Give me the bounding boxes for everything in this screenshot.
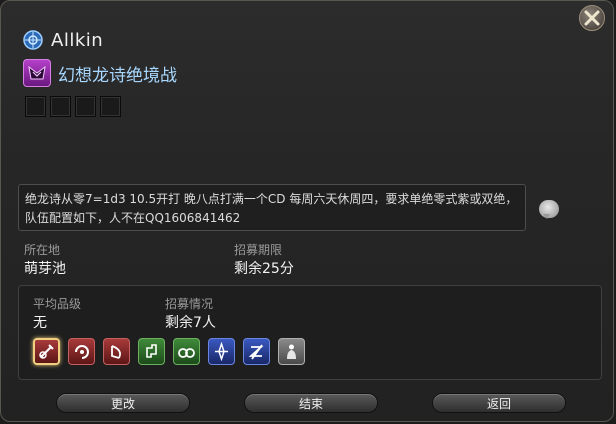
recruitment-comment: 绝龙诗从零7=1d3 10.5开打 晚八点打满一个CD 每周六天休周四，要求单绝… <box>18 184 526 231</box>
empty-slot <box>25 96 46 117</box>
empty-slot <box>50 96 71 117</box>
location-label: 所在地 <box>24 243 61 257</box>
recruit-period-value: 剩余25分 <box>234 261 294 277</box>
scholar-icon <box>248 344 264 360</box>
chat-bubble-icon[interactable] <box>539 200 559 219</box>
job-slot-white-mage[interactable] <box>208 338 235 365</box>
paladin-icon <box>39 344 54 359</box>
close-button[interactable] <box>579 5 605 31</box>
avg-ilvl-value: 无 <box>33 315 47 331</box>
astrologian-icon <box>287 344 296 359</box>
job-slot-paladin[interactable] <box>33 338 60 365</box>
ultimate-duty-icon <box>23 59 51 87</box>
party-composition-panel <box>18 285 602 380</box>
job-slot-warrior[interactable] <box>68 338 95 365</box>
job-slots <box>33 338 305 365</box>
player-name: Allkin <box>51 29 104 51</box>
job-slot-astrologian[interactable] <box>278 338 305 365</box>
empty-slot <box>75 96 96 117</box>
close-icon <box>584 10 600 26</box>
job-slot-dragoon[interactable] <box>173 338 200 365</box>
category-slots <box>25 96 121 117</box>
duty-header: 幻想龙诗绝境战 <box>23 59 177 87</box>
avg-ilvl-label: 平均品级 <box>33 297 82 311</box>
world-globe-icon <box>23 30 43 50</box>
warrior-icon <box>75 345 89 359</box>
player-header: Allkin <box>23 27 103 53</box>
change-button[interactable]: 更改 <box>56 393 190 413</box>
bard-icon <box>111 345 121 359</box>
recruit-status-label: 招募情况 <box>165 297 214 311</box>
recruit-status-value: 剩余7人 <box>165 315 216 331</box>
back-button[interactable]: 返回 <box>432 393 566 413</box>
job-slot-monk[interactable] <box>138 338 165 365</box>
monk-icon <box>146 344 157 358</box>
empty-slot <box>100 96 121 117</box>
white-mage-icon <box>215 342 228 361</box>
dragoon-icon <box>178 348 195 358</box>
job-slot-scholar[interactable] <box>243 338 270 365</box>
recruit-period-label: 招募期限 <box>234 243 283 257</box>
location-value: 萌芽池 <box>24 261 66 277</box>
end-button[interactable]: 结束 <box>244 393 378 413</box>
party-finder-detail-window: Allkin 幻想龙诗绝境战 绝龙诗从零7=1d3 10.5开打 晚八点打满一个… <box>0 0 614 422</box>
job-slot-bard[interactable] <box>103 338 130 365</box>
duty-name: 幻想龙诗绝境战 <box>58 65 177 86</box>
